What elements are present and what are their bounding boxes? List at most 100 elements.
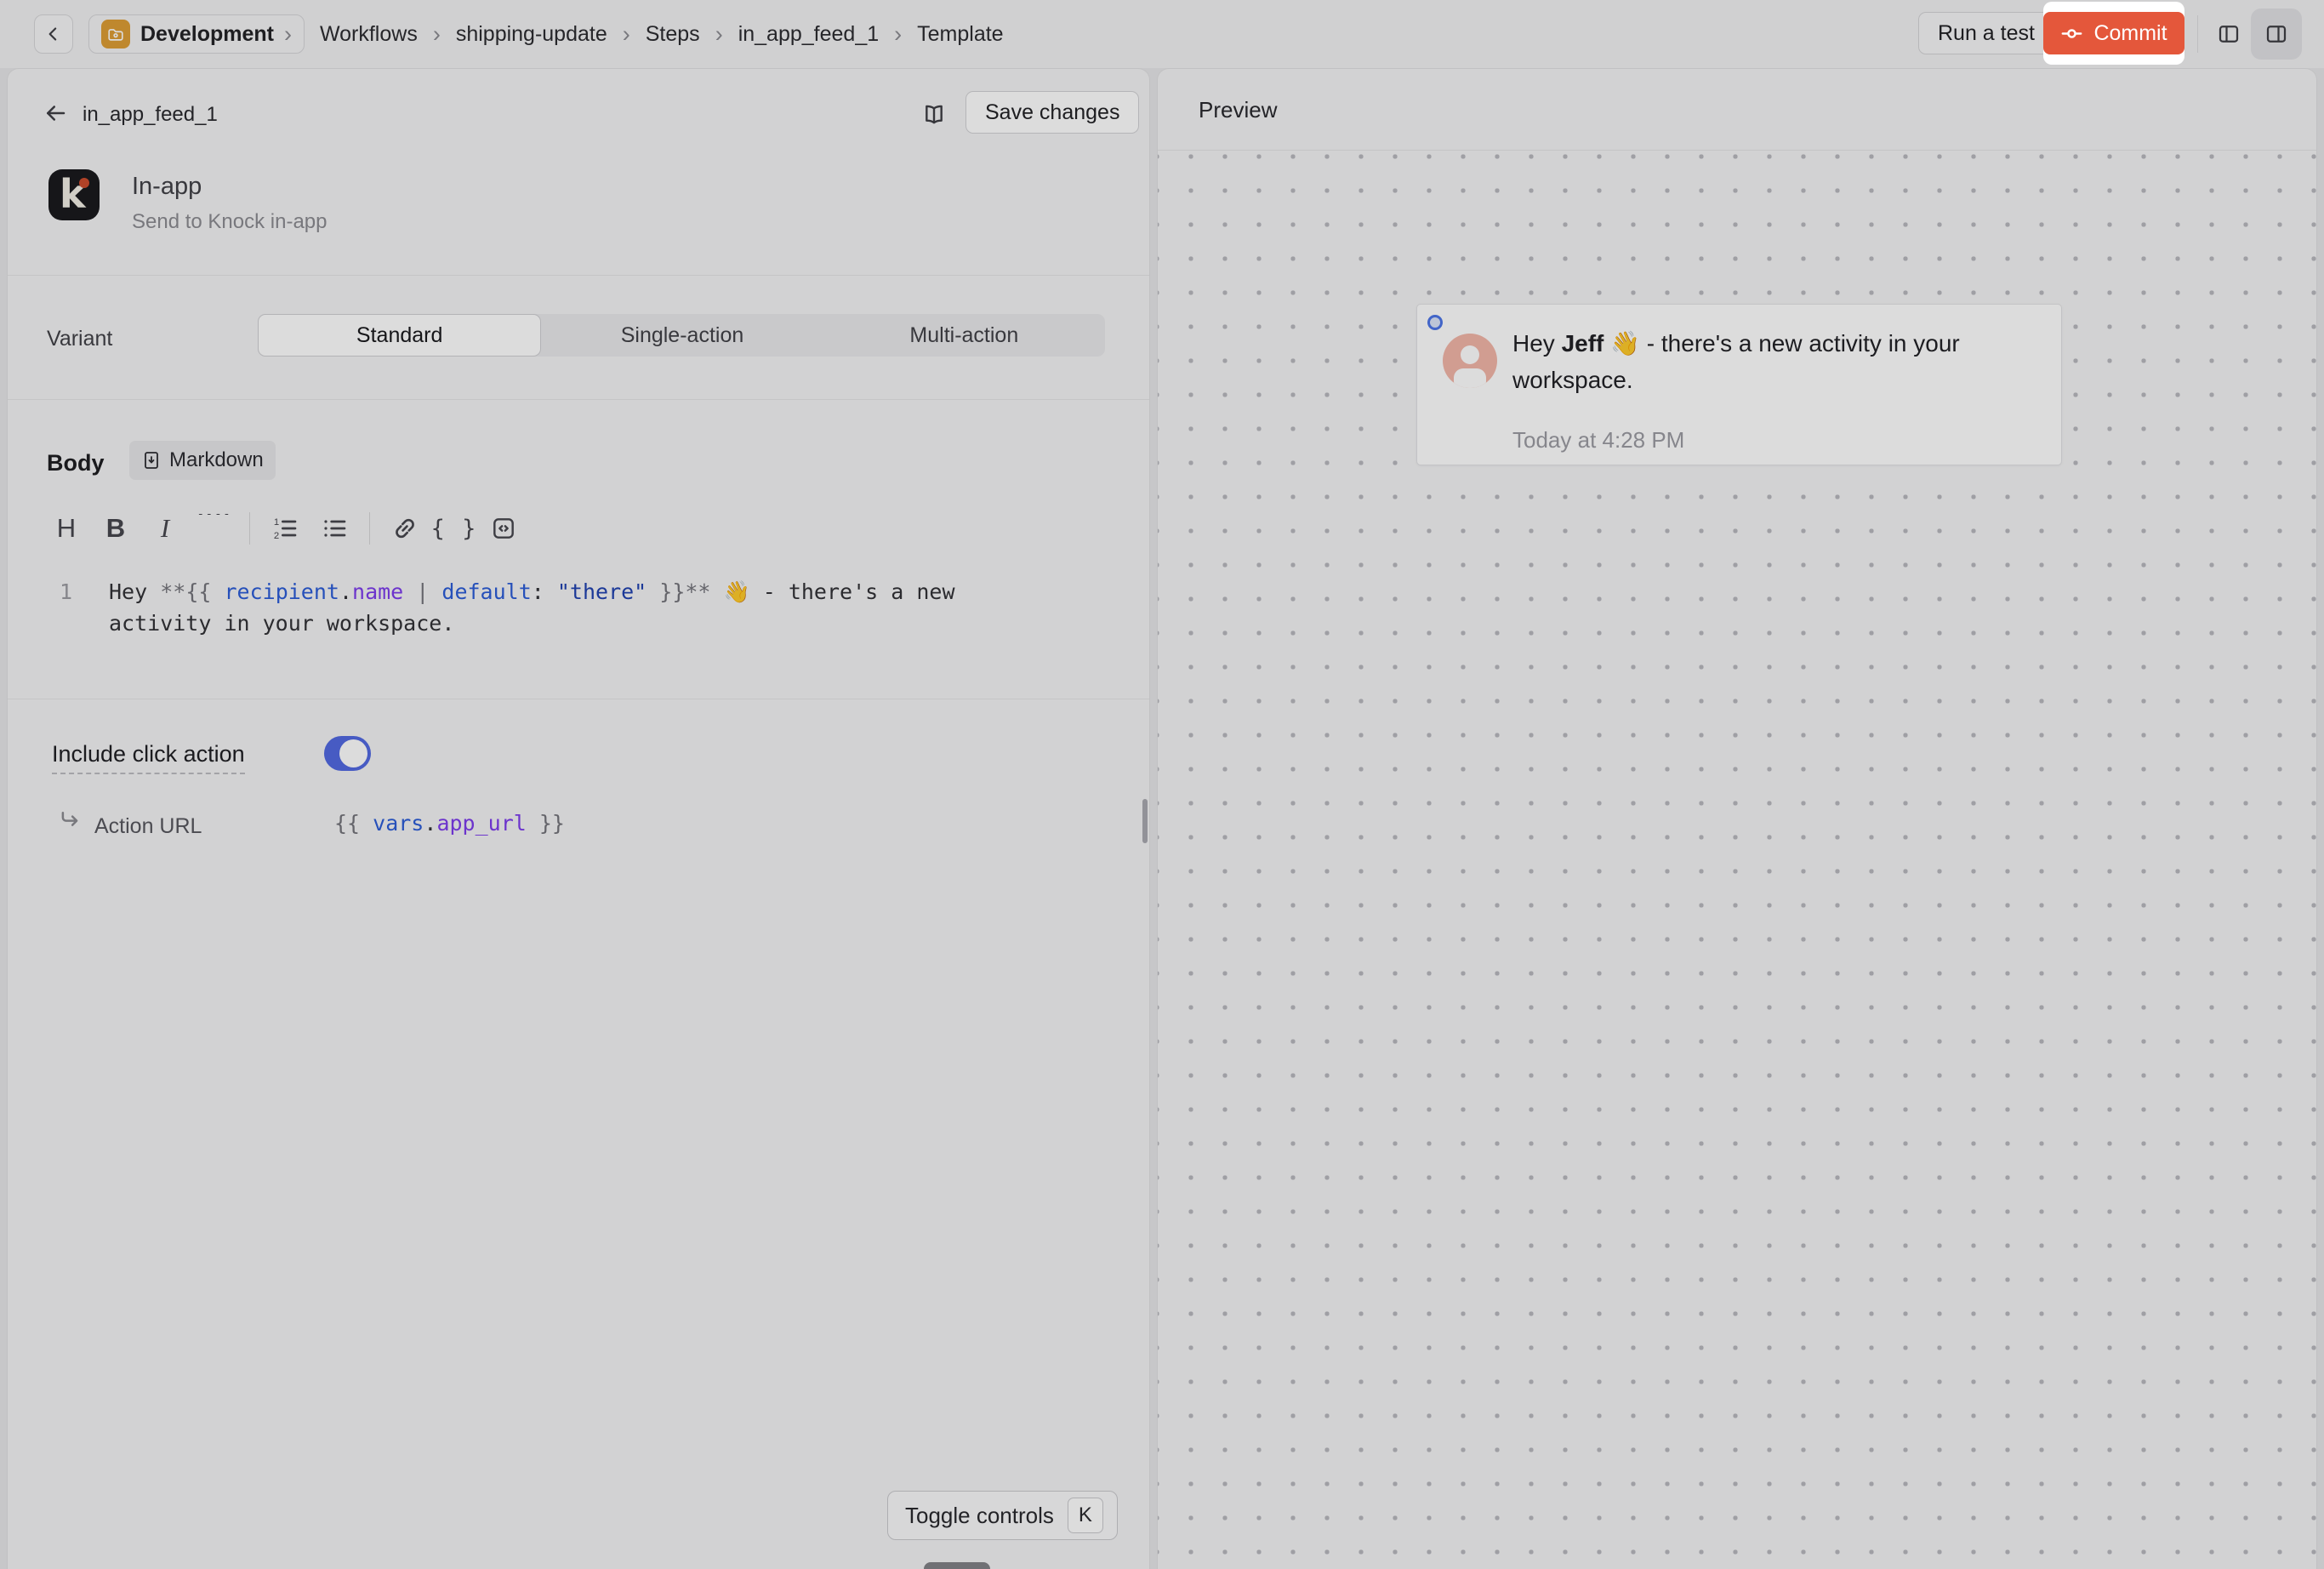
corner-down-right-icon	[57, 807, 83, 833]
variant-option-multi-action[interactable]: Multi-action	[823, 314, 1105, 357]
code-segment: default	[441, 579, 531, 604]
breadcrumb-item-Workflows[interactable]: Workflows	[320, 22, 418, 47]
code-block-icon[interactable]	[479, 505, 528, 552]
code-segment: 👋	[724, 579, 750, 604]
toolbar-divider	[2197, 15, 2198, 53]
braces-icon[interactable]: { }	[430, 505, 479, 552]
format-badge[interactable]: Markdown	[129, 441, 276, 480]
toolbar-separator	[369, 512, 370, 545]
markdown-file-icon	[141, 450, 162, 471]
preview-title: Preview	[1199, 97, 1277, 123]
step-back-button[interactable]	[38, 96, 72, 130]
body-label: Body	[47, 450, 105, 476]
commit-icon	[2060, 22, 2083, 45]
code-segment: .	[339, 579, 352, 604]
code-segment: }}**	[647, 579, 723, 604]
code-segment: **{{	[160, 579, 224, 604]
run-test-button[interactable]: Run a test	[1918, 12, 2054, 54]
blockquote-icon[interactable]: ””	[190, 505, 239, 552]
notification-card[interactable]: Hey Jeff 👋 - there's a new activity in y…	[1416, 304, 2062, 465]
template-editor-panel: in_app_feed_1 Save changes k In-app Send…	[7, 68, 1150, 1569]
toggle-controls-button[interactable]: Toggle controls K	[887, 1491, 1118, 1540]
svg-text:2: 2	[274, 531, 279, 541]
section-divider	[8, 399, 1149, 400]
chevron-right-icon: ›	[284, 21, 292, 48]
code-segment: .	[424, 811, 436, 836]
svg-text:1: 1	[274, 517, 279, 528]
ordered-list-icon[interactable]: 12	[260, 505, 310, 552]
commit-spotlight: Commit	[2043, 2, 2184, 65]
keyboard-shortcut-badge: K	[1068, 1498, 1103, 1533]
code-segment: app_url	[436, 811, 526, 836]
commit-label: Commit	[2093, 21, 2167, 46]
code-segment: {{	[334, 811, 373, 836]
variant-option-standard[interactable]: Standard	[258, 314, 541, 357]
environment-name: Development	[140, 22, 274, 47]
heading-icon[interactable]: H	[42, 505, 91, 552]
history-back-button[interactable]	[34, 14, 73, 54]
message-segment: Hey	[1512, 330, 1562, 357]
breadcrumb-items: Workflows › shipping-update › Steps › in_app_f…	[320, 21, 1004, 48]
arrow-left-icon	[43, 100, 68, 126]
unread-indicator	[1427, 315, 1443, 330]
section-divider	[8, 275, 1149, 276]
action-url-label: Action URL	[94, 814, 202, 839]
link-icon[interactable]	[380, 505, 430, 552]
code-segment: :	[532, 579, 557, 604]
book-icon	[920, 100, 948, 128]
toggle-controls-label: Toggle controls	[905, 1503, 1054, 1529]
include-click-action-label: Include click action	[52, 741, 245, 774]
breadcrumb-item-in_app_feed_1[interactable]: in_app_feed_1	[738, 22, 879, 47]
bullet-list-icon[interactable]	[310, 505, 359, 552]
include-click-action-toggle[interactable]	[324, 736, 371, 771]
preview-panel: Preview Hey Jeff 👋 - there's a new activ…	[1157, 68, 2317, 1569]
breadcrumb-item-shipping-update[interactable]: shipping-update	[456, 22, 607, 47]
code-segment: "there"	[557, 579, 647, 604]
toggle-right-panel-button[interactable]	[2251, 9, 2302, 60]
code-line-text[interactable]: Hey **{{ recipient.name | default: "ther…	[109, 576, 1002, 639]
breadcrumb-separator: ›	[623, 21, 630, 48]
code-segment: }}	[527, 811, 565, 836]
breadcrumb: Workflows › shipping-update › Steps › in_app_f…	[320, 21, 1004, 48]
panel-left-icon	[2216, 21, 2241, 47]
docs-button[interactable]	[914, 94, 954, 134]
person-icon	[1443, 334, 1497, 388]
commit-button[interactable]: Commit	[2043, 12, 2184, 54]
preview-canvas: Hey Jeff 👋 - there's a new activity in y…	[1158, 151, 2316, 1569]
italic-icon[interactable]: I	[140, 505, 190, 552]
top-bar: Development › Workflows › shipping-update ›…	[0, 0, 2324, 68]
code-segment: vars	[373, 811, 424, 836]
preview-header: Preview	[1158, 69, 2316, 151]
knock-logo: k	[48, 169, 100, 220]
breadcrumb-separator: ›	[715, 21, 723, 48]
action-url-value[interactable]: {{ vars.app_url }}	[334, 811, 565, 836]
message-segment: Jeff	[1562, 330, 1604, 357]
scrollbar-thumb[interactable]	[1142, 799, 1148, 843]
editor-toolbar: H B I ”” 12 { }	[42, 505, 528, 552]
breadcrumb-separator: ›	[433, 21, 441, 48]
breadcrumb-separator: ›	[894, 21, 902, 48]
code-segment: |	[403, 579, 441, 604]
environment-switcher[interactable]: Development ›	[88, 14, 305, 54]
channel-description: Send to Knock in-app	[132, 210, 328, 234]
code-segment: recipient	[224, 579, 339, 604]
panel-right-icon	[2264, 21, 2289, 47]
notification-timestamp: Today at 4:28 PM	[1512, 427, 1684, 454]
folder-icon	[101, 20, 130, 48]
line-number: 1	[47, 579, 72, 604]
bold-icon[interactable]: B	[91, 505, 140, 552]
code-segment: name	[352, 579, 403, 604]
breadcrumb-item-Template[interactable]: Template	[917, 22, 1003, 47]
back-chevron-icon	[43, 23, 65, 45]
app-window: Development › Workflows › shipping-update ›…	[0, 0, 2324, 1569]
save-changes-button[interactable]: Save changes	[965, 91, 1139, 134]
format-badge-label: Markdown	[169, 448, 264, 472]
breadcrumb-item-Steps[interactable]: Steps	[646, 22, 700, 47]
hidden-control-peek	[924, 1562, 990, 1569]
variant-label: Variant	[47, 327, 112, 351]
variant-segmented: StandardSingle-actionMulti-action	[258, 314, 1105, 357]
editor-header: in_app_feed_1 Save changes	[8, 69, 1149, 154]
code-segment: Hey	[109, 579, 160, 604]
variant-option-single-action[interactable]: Single-action	[541, 314, 823, 357]
toggle-left-panel-button[interactable]	[2210, 15, 2247, 53]
